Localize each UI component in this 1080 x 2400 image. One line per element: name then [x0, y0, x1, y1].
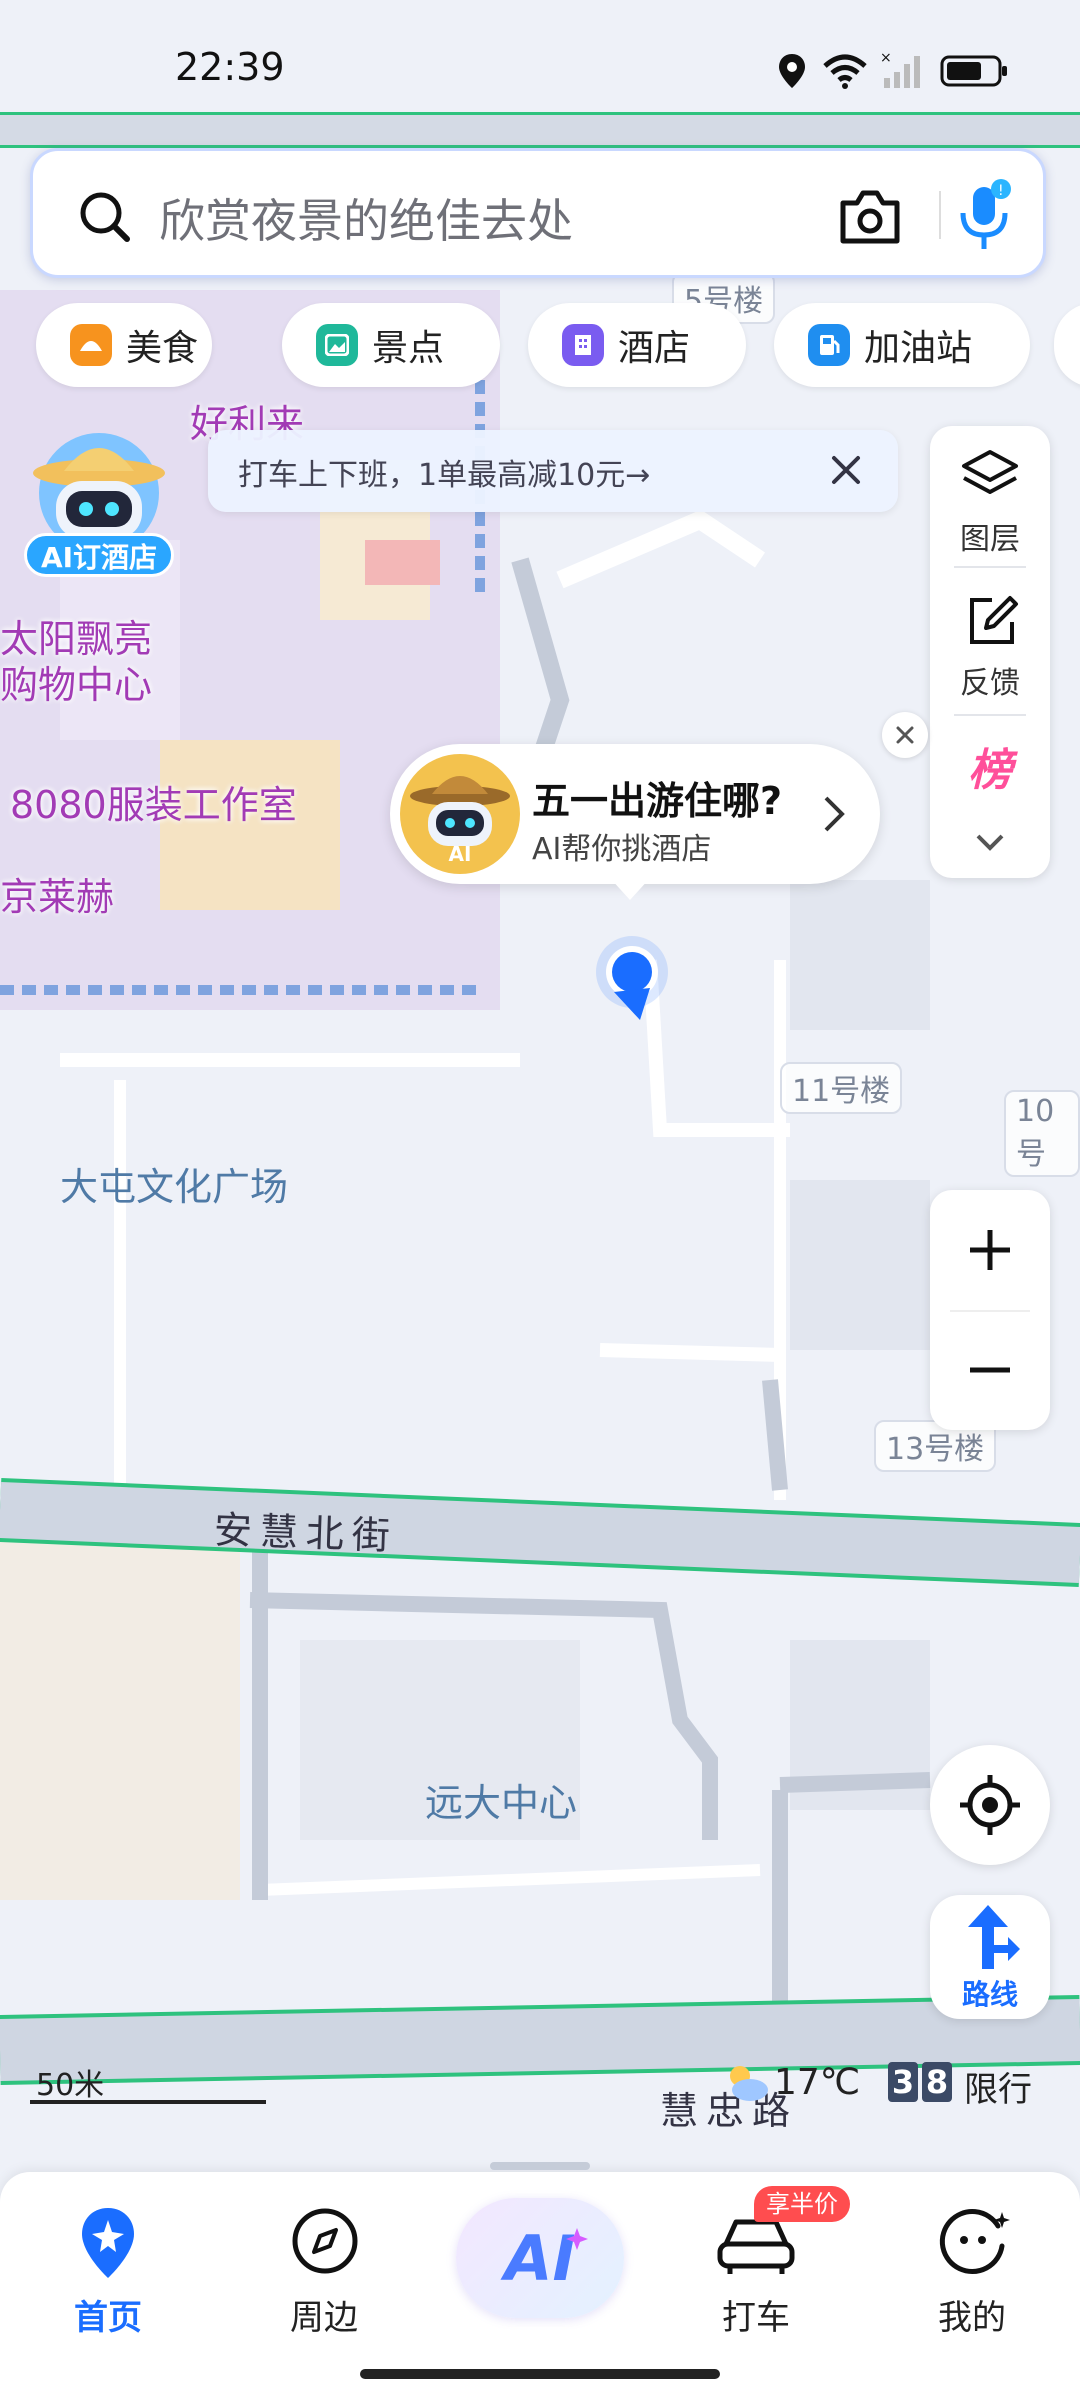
promo-banner[interactable]: 打车上下班，1单最高减10元→ [208, 430, 898, 512]
route-arrow-icon [968, 1905, 1020, 1969]
ai-avatar: AI [400, 754, 520, 874]
smiley-face-icon [939, 2209, 1010, 2274]
ai-bubble-title: 五一出游住哪? [532, 779, 783, 823]
food-icon [70, 324, 112, 366]
compass-icon [292, 2208, 358, 2274]
toolbar-divider [954, 714, 1026, 716]
traffic-limit-widget[interactable]: 3 8 限行 [888, 2058, 1068, 2110]
nav-ai-label: AI [504, 2222, 576, 2295]
map-scale-label: 50米 [36, 2068, 105, 2103]
signal-icon: × [880, 52, 920, 88]
toolbar-divider [954, 566, 1026, 568]
map-poi-jinglaihe[interactable]: 京莱赫 [0, 866, 114, 921]
taxi-discount-badge: 享半价 [754, 2186, 850, 2222]
nav-me-label: 我的 [938, 2298, 1006, 2338]
nav-taxi-label: 打车 [722, 2298, 790, 2338]
layers-label[interactable]: 图层 [930, 514, 1050, 558]
map-poi-studio[interactable]: 8080服装工作室 [10, 774, 297, 829]
map-building-10: 10号 [1004, 1090, 1080, 1177]
map-scale-bar [30, 2100, 266, 2104]
ai-avatar-badge: AI [448, 842, 472, 866]
nav-home-label: 首页 [74, 2298, 142, 2338]
search-input[interactable]: 欣赏夜景的绝佳去处 [159, 185, 573, 251]
gas-station-icon [808, 324, 850, 366]
scenery-icon [316, 324, 358, 366]
svg-text:!: ! [998, 183, 1004, 199]
feedback-label[interactable]: 反馈 [930, 658, 1050, 702]
ai-bubble-subtitle: AI帮你挑酒店 [532, 832, 712, 867]
map-area-center[interactable]: 远大中心 [425, 1772, 577, 1827]
nav-nearby[interactable]: 周边 [244, 2192, 404, 2342]
zoom-out-icon[interactable] [968, 1348, 1012, 1392]
camera-icon[interactable] [837, 187, 903, 245]
rank-badge[interactable]: 榜 [958, 734, 1022, 796]
zoom-in-icon[interactable] [968, 1228, 1012, 1272]
map-road-north: 安慧北街 [213, 1507, 399, 1559]
category-chip-hotel-label: 酒店 [618, 328, 691, 369]
ai-hotel-suggestion[interactable]: AI 五一出游住哪? AI帮你挑酒店 [390, 744, 880, 900]
map-poi-mall-line2[interactable]: 购物中心 [0, 654, 152, 709]
bubble-pointer [610, 878, 650, 900]
chevron-right-icon [824, 796, 845, 832]
home-pin-icon [82, 2208, 134, 2278]
chevron-down-icon[interactable] [974, 830, 1006, 854]
sparkle-icon [566, 2228, 588, 2250]
category-chip-food[interactable]: 美食 [36, 303, 212, 387]
category-chip-sights-label: 景点 [372, 328, 445, 369]
weather-temp: 17℃ [774, 2062, 861, 2103]
search-bar[interactable]: 欣赏夜景的绝佳去处 ! [30, 148, 1046, 278]
traffic-limit-digit-1: 3 [888, 2062, 918, 2102]
nav-nearby-label: 周边 [290, 2298, 358, 2338]
category-chip-more[interactable] [1054, 303, 1080, 387]
car-icon [717, 2219, 795, 2274]
nav-me[interactable]: 我的 [892, 2192, 1052, 2342]
close-icon[interactable] [826, 450, 866, 490]
route-button[interactable]: 路线 [930, 1895, 1050, 2019]
status-time: 22:39 [175, 45, 285, 89]
category-chips: 美食 景点 酒店 加油站 [0, 303, 1080, 391]
location-status-icon [779, 54, 805, 88]
status-bar: 22:39 × [0, 0, 1080, 130]
traffic-limit-digit-2: 8 [922, 2062, 952, 2102]
ai-hotel-badge-label: AI订酒店 [24, 533, 174, 577]
search-icon [80, 192, 130, 242]
map-scale: 50米 [30, 2060, 266, 2110]
category-chip-gas[interactable]: 加油站 [774, 303, 1030, 387]
map-area-plaza[interactable]: 大屯文化广场 [60, 1156, 288, 1211]
feedback-icon[interactable] [964, 594, 1020, 650]
hotel-icon [562, 324, 604, 366]
category-chip-gas-label: 加油站 [864, 328, 973, 369]
ai-hotel-badge[interactable]: AI订酒店 [24, 425, 174, 580]
traffic-limit-label: 限行 [964, 2070, 1032, 2110]
drag-handle[interactable] [490, 2162, 590, 2170]
locate-button[interactable] [930, 1745, 1050, 1865]
battery-icon [940, 55, 1007, 87]
search-divider [939, 191, 941, 239]
nav-ai[interactable]: AI [456, 2198, 624, 2318]
partly-cloudy-icon [730, 2066, 768, 2101]
layers-icon[interactable] [960, 448, 1020, 506]
route-button-label: 路线 [961, 1978, 1018, 2011]
zoom-control [930, 1190, 1050, 1430]
close-icon [896, 726, 914, 744]
map-building-11: 11号楼 [780, 1062, 903, 1114]
svg-text:×: × [880, 52, 892, 66]
home-indicator [360, 2369, 720, 2379]
wifi-icon [823, 54, 867, 89]
ai-bubble-close-button[interactable] [882, 712, 928, 758]
category-chip-hotel[interactable]: 酒店 [528, 303, 746, 387]
nav-home[interactable]: 首页 [28, 2192, 188, 2342]
locate-crosshair-icon [960, 1775, 1020, 1835]
category-chip-sights[interactable]: 景点 [282, 303, 500, 387]
zoom-divider [950, 1310, 1030, 1312]
bottom-nav: 首页 周边 AI 享半价 打车 我的 [0, 2162, 1080, 2400]
map-toolbar: 图层 反馈 榜 [930, 426, 1050, 878]
promo-banner-text: 打车上下班，1单最高减10元→ [238, 458, 651, 493]
category-chip-food-label: 美食 [126, 328, 199, 369]
voice-mic-icon[interactable]: ! [955, 179, 1017, 253]
nav-taxi[interactable]: 享半价 打车 [676, 2186, 850, 2342]
